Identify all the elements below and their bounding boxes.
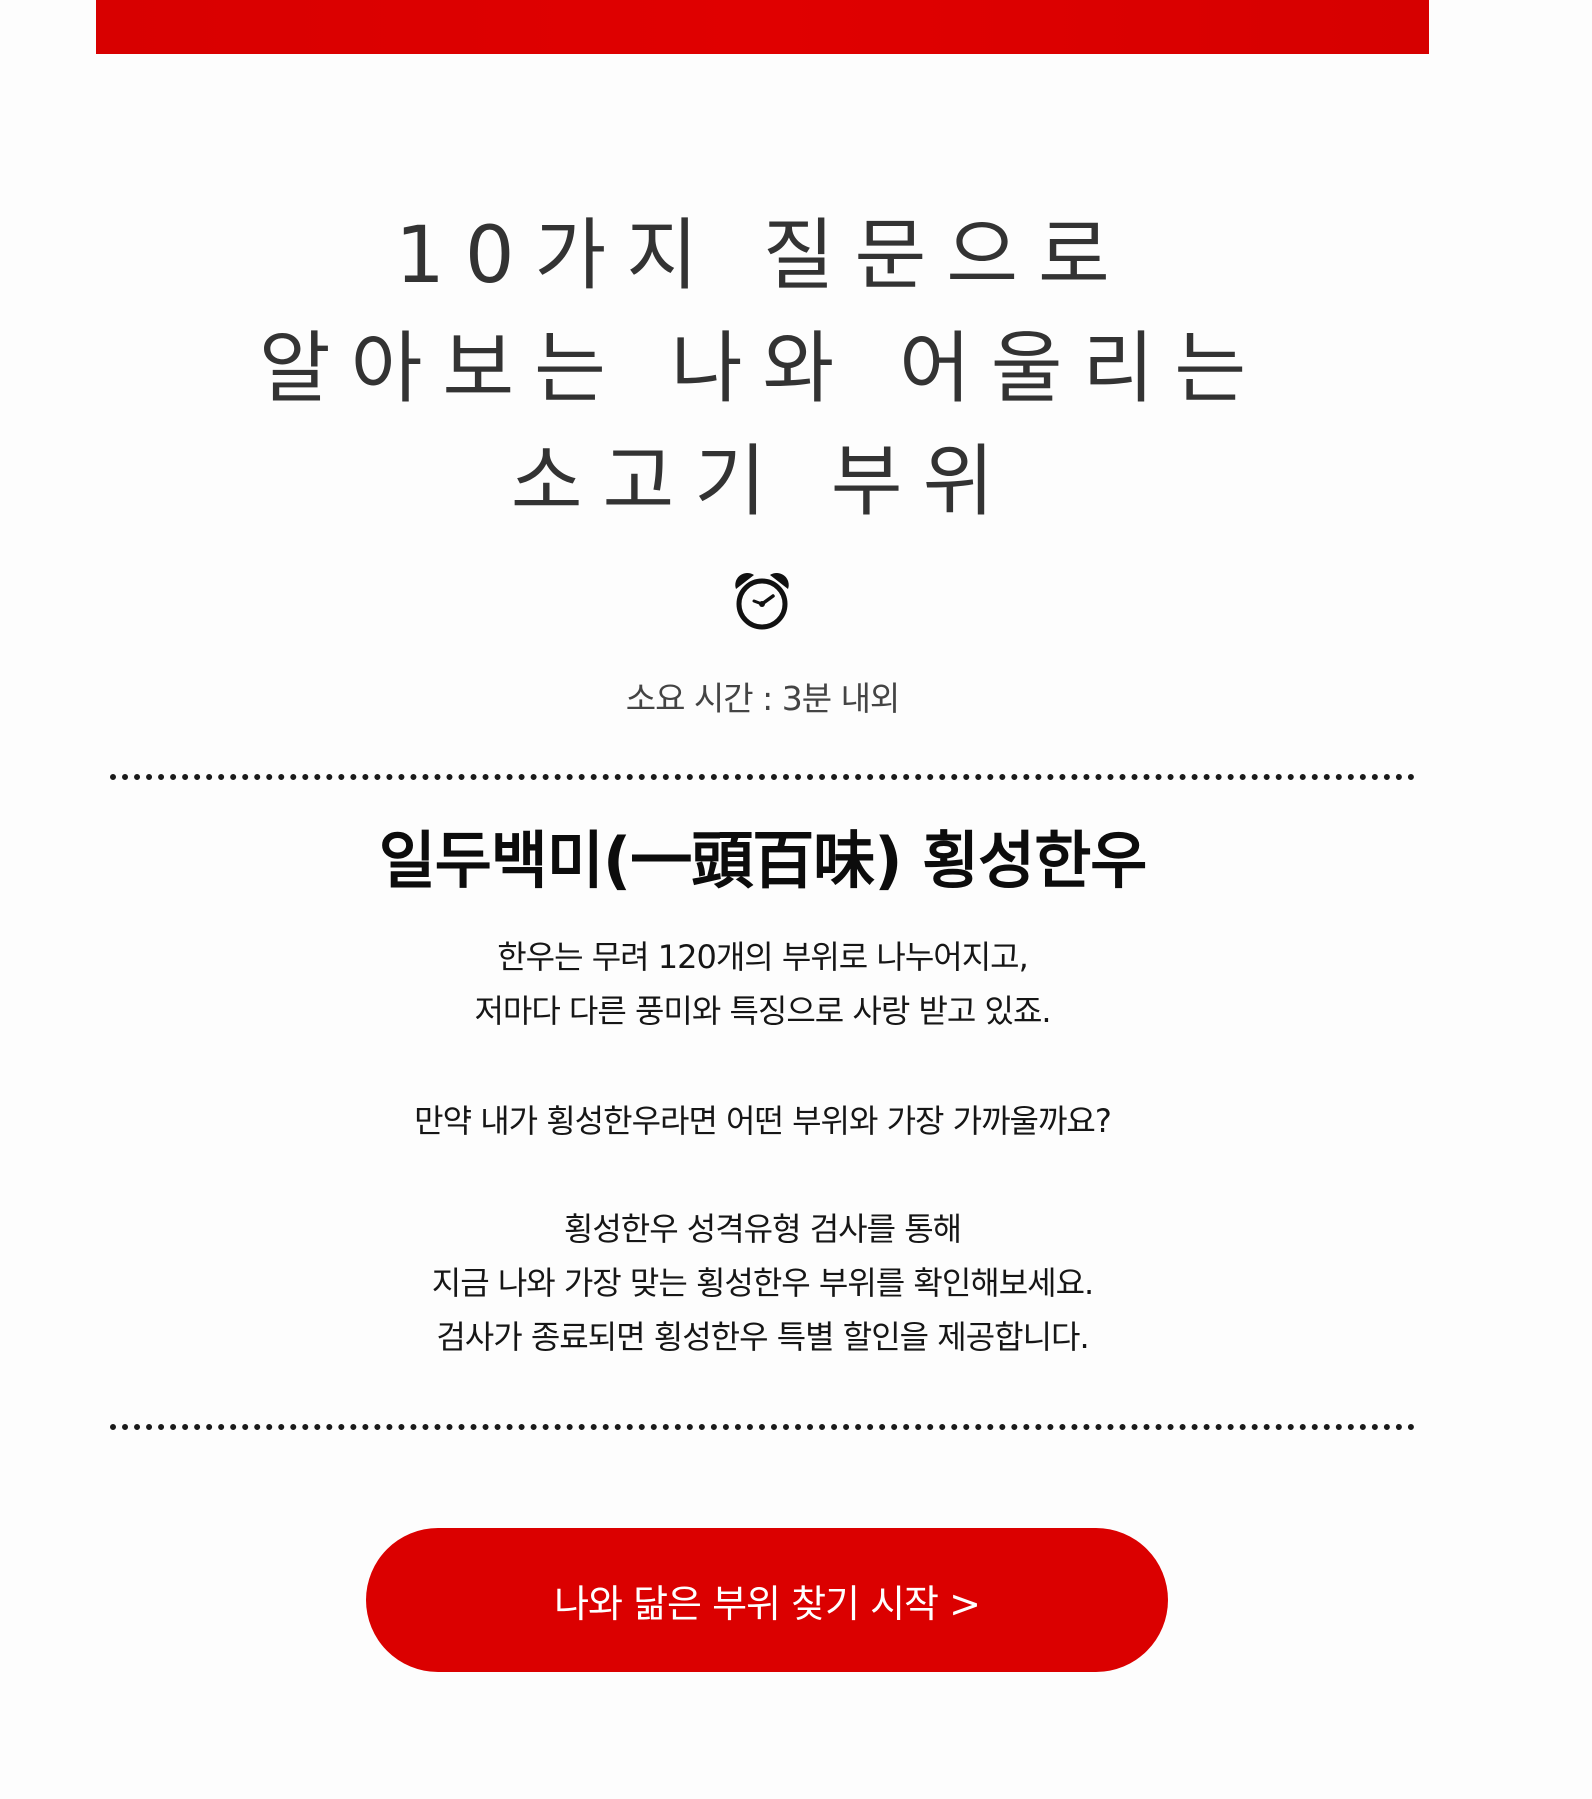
alarm-clock-icon (735, 572, 789, 630)
description-line: 저마다 다른 풍미와 특징으로 사랑 받고 있죠. (474, 992, 1051, 1030)
description-paragraph-2: 만약 내가 횡성한우라면 어떤 부위와 가장 가까울까요? (96, 1094, 1429, 1148)
hero-title: 10가지 질문으로 알아보는 나와 어울리는 소고기 부위 (96, 200, 1429, 539)
description-line: 검사가 종료되면 횡성한우 특별 할인을 제공합니다. (436, 1318, 1089, 1356)
hero-title-line-2: 알아보는 나와 어울리는 (258, 324, 1267, 414)
description-line: 한우는 무려 120개의 부위로 나누어지고, (497, 938, 1029, 976)
dotted-divider-bottom (110, 1424, 1415, 1430)
section-title: 일두백미(一頭百味) 횡성한우 (378, 824, 1148, 897)
hero-title-line-1: 10가지 질문으로 (395, 211, 1130, 301)
duration-text: 소요 시간 : 3분 내외 (625, 679, 901, 718)
top-banner (96, 0, 1429, 54)
start-quiz-button[interactable]: 나와 닮은 부위 찾기 시작 > (366, 1528, 1168, 1672)
description-paragraph-3: 횡성한우 성격유형 검사를 통해 지금 나와 가장 맞는 횡성한우 부위를 확인… (96, 1202, 1429, 1364)
hero-title-line-3: 소고기 부위 (510, 437, 1015, 527)
dotted-divider-top (110, 774, 1415, 780)
description-line: 횡성한우 성격유형 검사를 통해 (563, 1210, 962, 1248)
description-paragraph-1: 한우는 무려 120개의 부위로 나누어지고, 저마다 다른 풍미와 특징으로 … (96, 930, 1429, 1038)
page: 10가지 질문으로 알아보는 나와 어울리는 소고기 부위 소요 시간 : 3분… (0, 0, 1592, 1799)
description-line: 만약 내가 횡성한우라면 어떤 부위와 가장 가까울까요? (414, 1102, 1112, 1140)
description-line: 지금 나와 가장 맞는 횡성한우 부위를 확인해보세요. (431, 1264, 1094, 1302)
